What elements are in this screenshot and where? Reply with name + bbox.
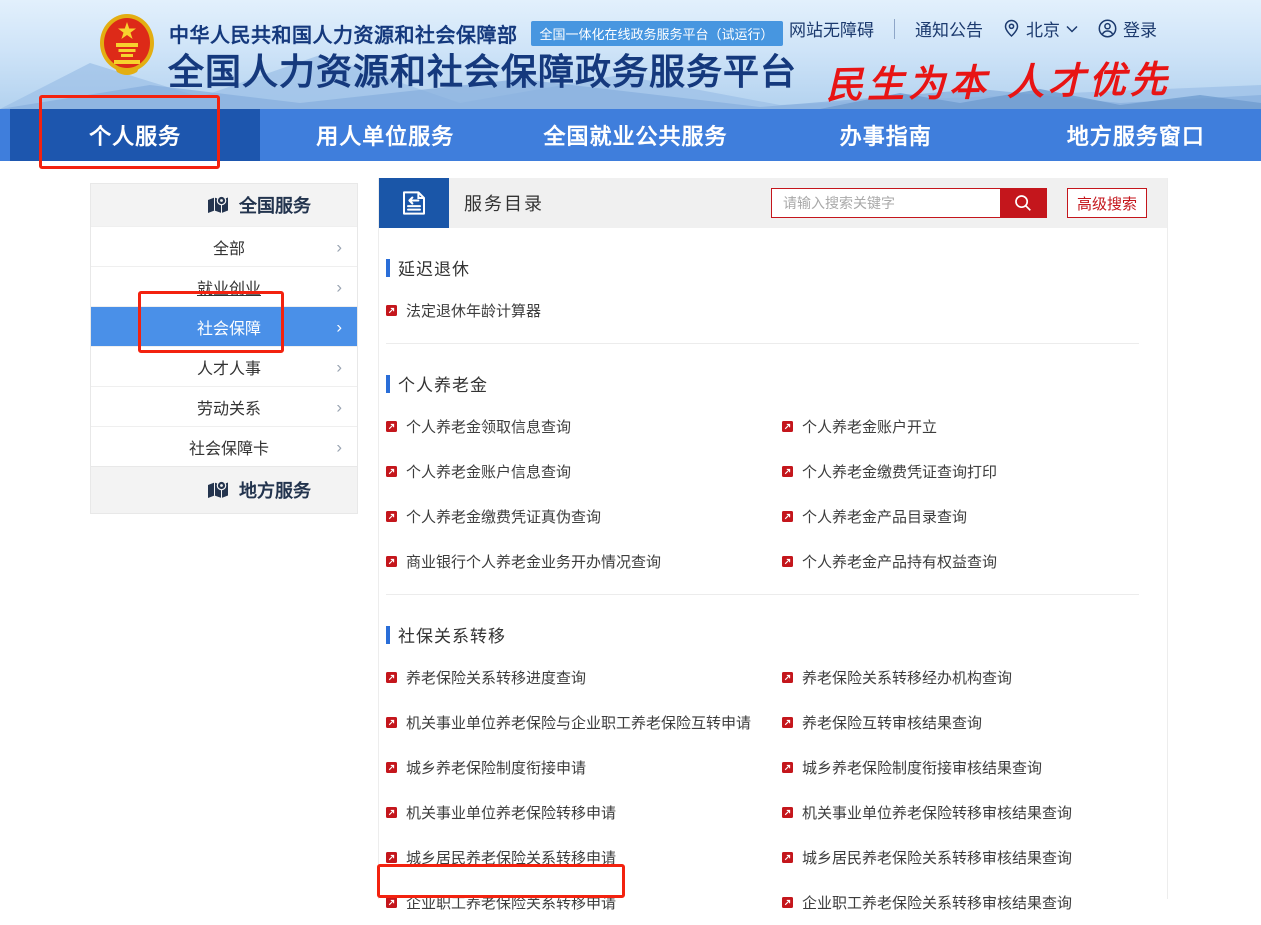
service-link[interactable]: 城乡养老保险制度衔接申请: [386, 745, 782, 790]
slogan-calligraphy: 民生为本 人才优先: [826, 49, 1172, 109]
service-link[interactable]: 个人养老金缴费凭证真伪查询: [386, 494, 782, 539]
service-link[interactable]: 机关事业单位养老保险与企业职工养老保险互转申请: [386, 700, 782, 745]
red-bullet-icon: [782, 511, 793, 522]
chevron-right-icon: ›: [336, 358, 342, 375]
red-bullet-icon: [386, 305, 397, 316]
site-title: 全国人力资源和社会保障政务服务平台: [168, 43, 797, 95]
catalog-header-bar: 服务目录 高级搜索: [379, 178, 1167, 228]
service-link[interactable]: 个人养老金产品持有权益查询: [782, 539, 1167, 584]
catalog-document-icon: [399, 188, 429, 218]
chevron-right-icon: ›: [336, 278, 342, 295]
red-bullet-icon: [782, 762, 793, 773]
red-bullet-icon: [782, 466, 793, 477]
service-link-retirement-age-calculator[interactable]: 法定退休年龄计算器: [386, 288, 782, 333]
section-social-insurance-transfer: 社保关系转移 养老保险关系转移进度查询 养老保险关系转移经办机构查询 机关事业单…: [379, 622, 1167, 925]
section-delayed-retirement: 延迟退休 法定退休年龄计算器: [379, 255, 1167, 344]
title-bar-icon: [386, 626, 390, 644]
advanced-search-button[interactable]: 高级搜索: [1067, 188, 1147, 218]
red-bullet-icon: [782, 672, 793, 683]
red-bullet-icon: [386, 717, 397, 728]
category-sidebar: 全国服务 全部 › 就业创业 › 社会保障 › 人才人事 › 劳动关系 › 社会…: [90, 183, 358, 514]
chevron-right-icon: ›: [336, 238, 342, 255]
chevron-right-icon: ›: [336, 318, 342, 335]
sidebar-item-employment[interactable]: 就业创业 ›: [91, 266, 357, 306]
notices-link[interactable]: 通知公告: [915, 16, 983, 41]
service-link[interactable]: 个人养老金缴费凭证查询打印: [782, 449, 1167, 494]
service-link-enterprise-pension-transfer-apply[interactable]: 企业职工养老保险关系转移申请: [386, 880, 782, 925]
red-bullet-icon: [386, 807, 397, 818]
sidebar-header-national: 全国服务: [91, 184, 357, 226]
red-bullet-icon: [782, 421, 793, 432]
sidebar-item-all[interactable]: 全部 ›: [91, 226, 357, 266]
red-bullet-icon: [782, 807, 793, 818]
service-link[interactable]: 城乡居民养老保险关系转移申请: [386, 835, 782, 880]
tab-employer-services[interactable]: 用人单位服务: [260, 109, 510, 161]
red-bullet-icon: [386, 852, 397, 863]
tab-local-service-windows[interactable]: 地方服务窗口: [1011, 109, 1261, 161]
search-input[interactable]: [772, 189, 1000, 217]
service-link[interactable]: 机关事业单位养老保险转移审核结果查询: [782, 790, 1167, 835]
service-link[interactable]: 养老保险关系转移进度查询: [386, 655, 782, 700]
service-link[interactable]: 商业银行个人养老金业务开办情况查询: [386, 539, 782, 584]
map-pin-icon: [207, 479, 229, 501]
header-utility-links: 网站无障碍 通知公告 北京 登录: [789, 16, 1157, 41]
service-link[interactable]: 企业职工养老保险关系转移审核结果查询: [782, 880, 1167, 925]
chevron-down-icon: [1066, 25, 1078, 33]
chevron-right-icon: ›: [336, 398, 342, 415]
red-bullet-icon: [386, 556, 397, 567]
service-link[interactable]: 个人养老金账户开立: [782, 404, 1167, 449]
sidebar-item-talent[interactable]: 人才人事 ›: [91, 346, 357, 386]
red-bullet-icon: [386, 762, 397, 773]
red-bullet-icon: [386, 672, 397, 683]
tab-service-guide[interactable]: 办事指南: [761, 109, 1011, 161]
service-link[interactable]: 城乡居民养老保险关系转移审核结果查询: [782, 835, 1167, 880]
panel-title: 服务目录: [464, 190, 544, 216]
red-bullet-icon: [782, 556, 793, 567]
section-title: 延迟退休: [386, 255, 1167, 280]
tab-national-employment-services[interactable]: 全国就业公共服务: [510, 109, 760, 161]
red-bullet-icon: [386, 511, 397, 522]
service-link[interactable]: 城乡养老保险制度衔接审核结果查询: [782, 745, 1167, 790]
section-divider: [386, 343, 1139, 344]
service-catalog-panel: 服务目录 高级搜索 延迟退休 法定退休年龄计算器: [378, 178, 1168, 899]
search-box: [771, 188, 1047, 218]
service-link[interactable]: 养老保险关系转移经办机构查询: [782, 655, 1167, 700]
red-bullet-icon: [386, 466, 397, 477]
tab-personal-services[interactable]: 个人服务: [10, 109, 260, 161]
search-button[interactable]: [1000, 189, 1046, 217]
red-bullet-icon: [782, 852, 793, 863]
section-personal-pension: 个人养老金 个人养老金领取信息查询 个人养老金账户开立 个人养老金账户信息查询 …: [379, 371, 1167, 595]
sidebar-item-labor-relations[interactable]: 劳动关系 ›: [91, 386, 357, 426]
accessibility-link[interactable]: 网站无障碍: [789, 16, 874, 41]
divider: [894, 19, 895, 39]
sidebar-header-local[interactable]: 地方服务: [91, 466, 357, 513]
red-bullet-icon: [386, 421, 397, 432]
chevron-right-icon: ›: [336, 438, 342, 455]
service-link[interactable]: 个人养老金领取信息查询: [386, 404, 782, 449]
page-header: 中华人民共和国人力资源和社会保障部 全国一体化在线政务服务平台（试运行） 全国人…: [0, 0, 1261, 109]
section-title: 社保关系转移: [386, 622, 1167, 647]
red-bullet-icon: [782, 717, 793, 728]
search-icon: [1013, 193, 1033, 213]
service-link[interactable]: 个人养老金账户信息查询: [386, 449, 782, 494]
location-pin-icon: [1003, 19, 1020, 38]
sidebar-item-social-security[interactable]: 社会保障 ›: [91, 306, 357, 346]
section-title: 个人养老金: [386, 371, 1167, 396]
service-link[interactable]: 养老保险互转审核结果查询: [782, 700, 1167, 745]
sidebar-item-social-security-card[interactable]: 社会保障卡 ›: [91, 426, 357, 466]
service-link[interactable]: 个人养老金产品目录查询: [782, 494, 1167, 539]
section-divider: [386, 594, 1139, 595]
map-pin-icon: [207, 194, 229, 216]
service-link[interactable]: 机关事业单位养老保险转移申请: [386, 790, 782, 835]
city-selector[interactable]: 北京: [1003, 16, 1078, 41]
login-link[interactable]: 登录: [1098, 16, 1157, 41]
user-icon: [1098, 19, 1117, 38]
main-navigation: 个人服务 用人单位服务 全国就业公共服务 办事指南 地方服务窗口: [0, 109, 1261, 161]
title-bar-icon: [386, 259, 390, 277]
title-bar-icon: [386, 375, 390, 393]
catalog-icon-box: [379, 178, 449, 228]
national-emblem-logo: [99, 13, 155, 77]
